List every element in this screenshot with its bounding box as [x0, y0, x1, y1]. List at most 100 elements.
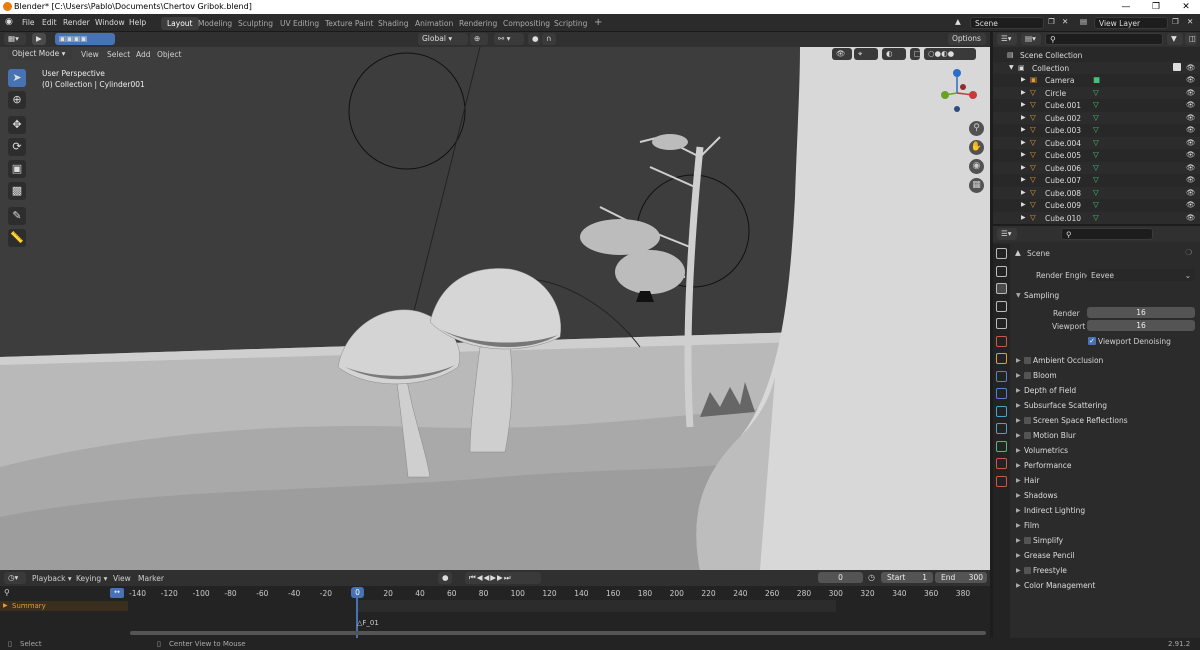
tab-scripting[interactable]: Scripting: [548, 17, 593, 30]
scene-icon[interactable]: ▲: [955, 17, 961, 26]
close-button[interactable]: ✕: [1172, 1, 1200, 13]
panel-enable-checkbox[interactable]: [1024, 372, 1031, 379]
viewport-samples-field[interactable]: 16: [1087, 320, 1195, 331]
outliner-row[interactable]: ▶ ▽ Cube.001 ▽ 👁: [993, 99, 1200, 112]
clock-icon[interactable]: ◷: [868, 573, 875, 582]
visibility-eye-icon[interactable]: 👁: [1186, 213, 1196, 222]
properties-tab-icon[interactable]: [996, 423, 1007, 434]
expand-chevron-icon[interactable]: ▶: [1021, 89, 1026, 96]
current-frame-field[interactable]: 0: [818, 572, 863, 583]
tab-texture-paint[interactable]: Texture Paint: [319, 17, 379, 30]
expand-chevron-icon[interactable]: ▶: [1021, 101, 1026, 108]
panel-indirect-lighting[interactable]: ▶ Indirect Lighting: [1013, 504, 1197, 518]
properties-search-input[interactable]: ⚲: [1061, 228, 1153, 240]
properties-tab-icon[interactable]: [996, 388, 1007, 399]
mesh-data-icon[interactable]: ▽: [1093, 175, 1099, 184]
viewport-menu-select[interactable]: Select: [107, 50, 130, 59]
collection-checkbox[interactable]: [1173, 62, 1181, 71]
panel-enable-checkbox[interactable]: [1024, 432, 1031, 439]
expand-chevron-icon[interactable]: ▶: [1021, 189, 1026, 196]
camera-data-icon[interactable]: ■: [1093, 75, 1100, 84]
panel-performance[interactable]: ▶ Performance: [1013, 459, 1197, 473]
properties-tab-icon[interactable]: [996, 370, 1007, 382]
panel-volumetrics[interactable]: ▶ Volumetrics: [1013, 444, 1197, 458]
expand-chevron-icon[interactable]: ▶: [1021, 76, 1026, 83]
outliner-row[interactable]: ▶ ▽ Cube.003 ▽ 👁: [993, 124, 1200, 137]
object-mode-dropdown[interactable]: Object Mode ▾: [8, 48, 72, 60]
select-box-tool[interactable]: ➤: [8, 69, 26, 87]
mesh-data-icon[interactable]: ▽: [1093, 125, 1099, 134]
3d-viewport[interactable]: Object Mode ▾ View Select Add Object Use…: [0, 47, 990, 570]
expand-chevron-icon[interactable]: ▶: [1021, 214, 1026, 221]
move-tool[interactable]: ✥: [8, 116, 26, 134]
mesh-data-icon[interactable]: ▽: [1093, 200, 1099, 209]
pan-hand-icon[interactable]: ✋: [969, 140, 984, 155]
mesh-data-icon[interactable]: ▽: [1093, 88, 1099, 97]
panel-shadows[interactable]: ▶ Shadows: [1013, 489, 1197, 503]
start-frame-field[interactable]: Start 1: [881, 572, 933, 583]
minimize-button[interactable]: —: [1112, 1, 1140, 13]
expand-chevron-icon[interactable]: ▶: [1021, 151, 1026, 158]
outliner-row[interactable]: ▶ ▽ Cube.007 ▽ 👁: [993, 174, 1200, 187]
render-engine-dropdown[interactable]: Eevee ⌄: [1087, 269, 1195, 281]
properties-tab-icon[interactable]: [996, 405, 1007, 417]
visibility-eye-icon[interactable]: 👁: [1186, 88, 1196, 97]
panel-screen-space-reflections[interactable]: ▶ Screen Space Reflections: [1013, 414, 1197, 428]
navigation-gizmo[interactable]: [935, 65, 985, 120]
outliner-row[interactable]: ▶ ▽ Circle ▽ 👁: [993, 86, 1200, 99]
outliner-row[interactable]: ▤ Scene Collection: [993, 49, 1200, 62]
delete-scene-icon[interactable]: ✕: [1062, 17, 1068, 26]
visibility-eye-icon[interactable]: 👁: [1186, 188, 1196, 197]
proportional-edit-button[interactable]: ●: [528, 33, 540, 45]
outliner-row[interactable]: ▶ ▽ Cube.008 ▽ 👁: [993, 186, 1200, 199]
transform-tool[interactable]: ▩: [8, 182, 26, 200]
visibility-eye-icon[interactable]: 👁: [1186, 200, 1196, 209]
delete-view-layer-icon[interactable]: ✕: [1187, 17, 1193, 26]
properties-tab-icon[interactable]: [996, 475, 1007, 487]
pivot-point-button[interactable]: ⊕: [470, 33, 488, 45]
panel-color-management[interactable]: ▶ Color Management: [1013, 579, 1197, 593]
annotate-tool[interactable]: ✎: [8, 207, 26, 225]
tab-sculpting[interactable]: Sculpting: [232, 17, 279, 30]
select-mode-buttons[interactable]: ▣▣▣▣: [55, 33, 115, 45]
panel-depth-of-field[interactable]: ▶ Depth of Field: [1013, 384, 1197, 398]
properties-tab-icon[interactable]: [996, 318, 1007, 329]
outliner-row[interactable]: ▶ ▽ Cube.010 ▽ 👁: [993, 211, 1200, 224]
mesh-data-icon[interactable]: ▽: [1093, 213, 1099, 222]
expand-chevron-icon[interactable]: ▶: [1021, 114, 1026, 121]
pin-icon[interactable]: ❍: [1185, 248, 1192, 257]
transform-orientation-dropdown[interactable]: Global ▾: [418, 33, 468, 45]
timeline-menu-playback[interactable]: Playback ▾: [32, 574, 72, 583]
display-mode-button[interactable]: ▤▾: [1021, 33, 1041, 45]
visibility-eye-icon[interactable]: 👁: [1186, 150, 1196, 159]
visibility-eye-icon[interactable]: 👁: [1186, 125, 1196, 134]
timeline-menu-marker[interactable]: Marker: [138, 574, 164, 583]
mesh-data-icon[interactable]: ▽: [1093, 113, 1099, 122]
outliner-row[interactable]: ▶ ▽ Cube.006 ▽ 👁: [993, 161, 1200, 174]
summary-row[interactable]: ▶ Summary: [0, 601, 128, 611]
visibility-eye-icon[interactable]: 👁: [1186, 175, 1196, 184]
new-view-layer-icon[interactable]: ❐: [1172, 17, 1179, 26]
mesh-data-icon[interactable]: ▽: [1093, 150, 1099, 159]
playhead-frame-label[interactable]: 0: [351, 587, 364, 598]
new-scene-icon[interactable]: ❐: [1048, 17, 1055, 26]
visibility-eye-icon[interactable]: 👁: [1186, 100, 1196, 109]
expand-chevron-icon[interactable]: ▼: [1009, 64, 1014, 71]
panel-freestyle[interactable]: ▶ Freestyle: [1013, 564, 1197, 578]
mesh-data-icon[interactable]: ▽: [1093, 100, 1099, 109]
menu-render[interactable]: Render: [63, 18, 90, 27]
panel-enable-checkbox[interactable]: [1024, 567, 1031, 574]
panel-enable-checkbox[interactable]: [1024, 357, 1031, 364]
properties-tab-icon[interactable]: [996, 458, 1007, 469]
timeline-menu-keying[interactable]: Keying ▾: [76, 574, 107, 583]
timeline-editor-type-button[interactable]: ◷▾: [4, 572, 26, 584]
new-collection-icon[interactable]: ◫: [1185, 33, 1197, 45]
menu-edit[interactable]: Edit: [42, 18, 57, 27]
timeline-scrollbar[interactable]: [130, 631, 986, 635]
maximize-button[interactable]: ❐: [1142, 1, 1170, 13]
properties-tab-icon[interactable]: [996, 283, 1007, 294]
visibility-eye-icon[interactable]: 👁: [1186, 63, 1196, 72]
outliner-row[interactable]: ▶ ▽ Cube.005 ▽ 👁: [993, 149, 1200, 162]
overlay-toggle-icon[interactable]: ◐: [882, 48, 906, 60]
outliner-row[interactable]: ▶ ▽ Cube.004 ▽ 👁: [993, 136, 1200, 149]
